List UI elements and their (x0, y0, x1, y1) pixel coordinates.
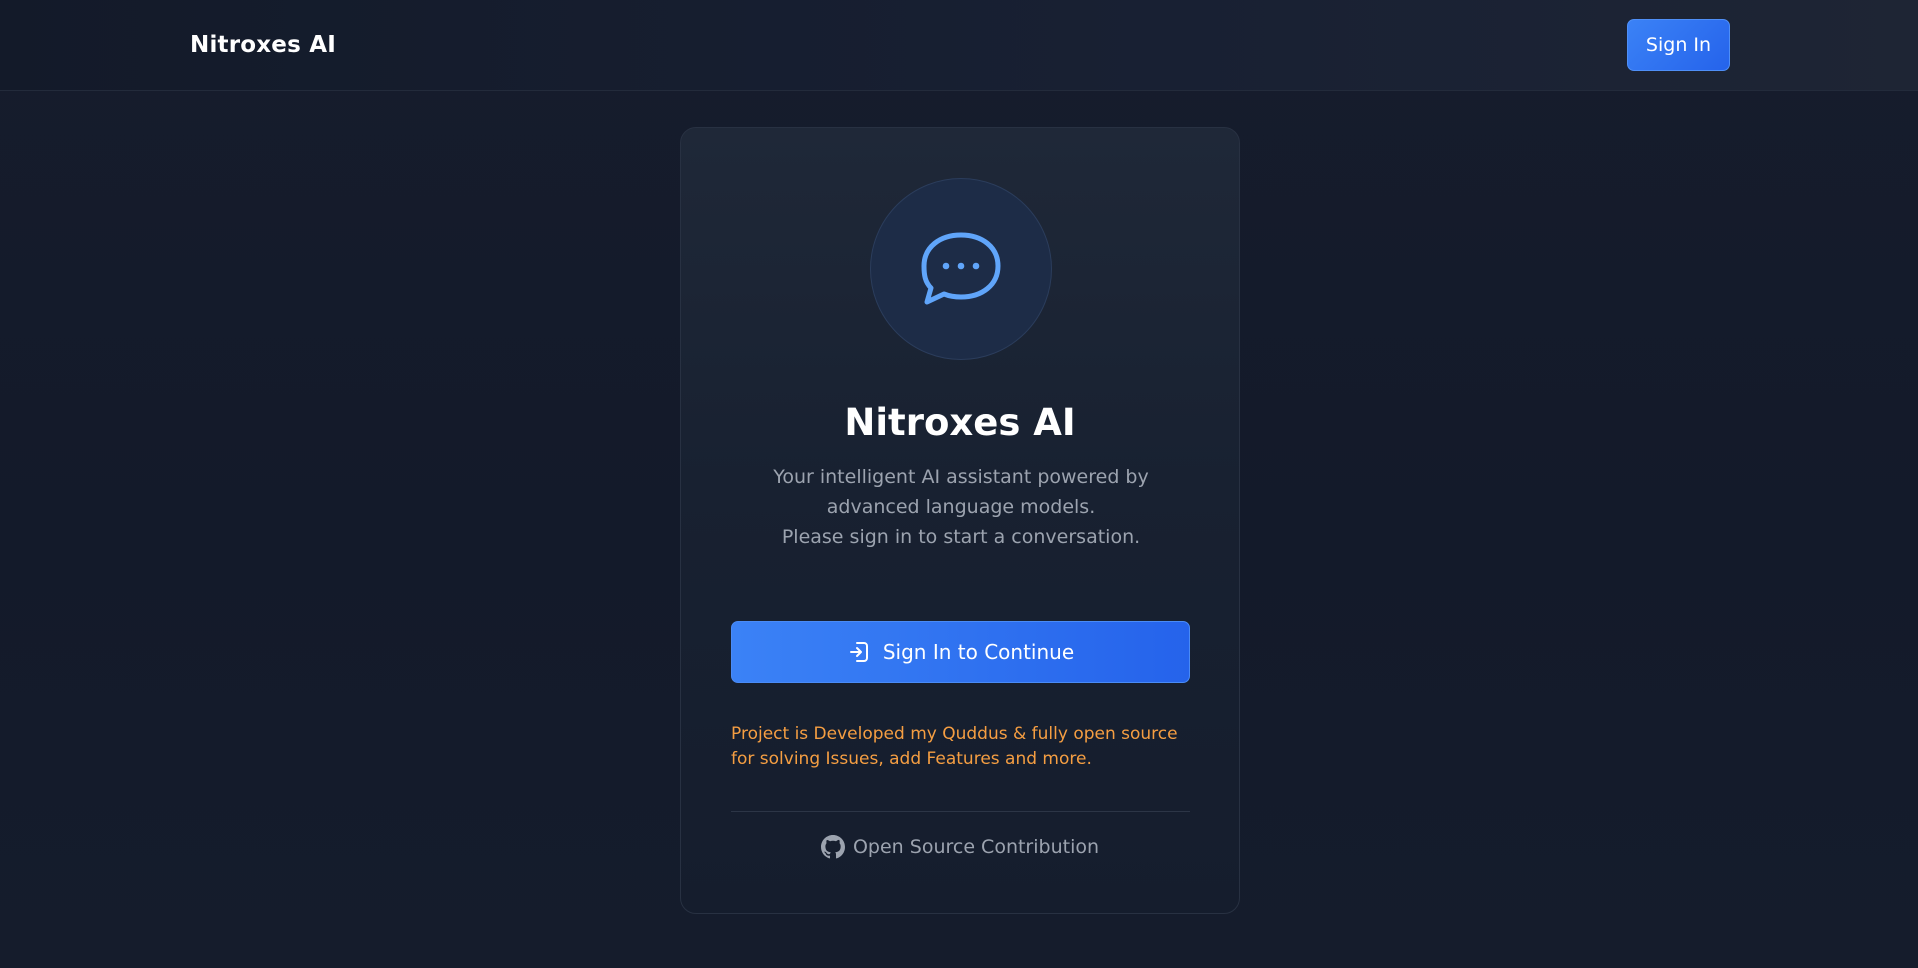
card-title: Nitroxes AI (844, 401, 1076, 444)
open-source-contribution-link[interactable]: Open Source Contribution (681, 835, 1239, 859)
brand-title: Nitroxes AI (190, 32, 336, 58)
top-header: Nitroxes AI Sign In (0, 0, 1918, 91)
divider (731, 811, 1190, 812)
welcome-card: Nitroxes AI Your intelligent AI assistan… (680, 127, 1240, 914)
header-sign-in-button[interactable]: Sign In (1627, 19, 1730, 71)
card-description: Your intelligent AI assistant powered by… (731, 462, 1191, 552)
open-source-notice: Project is Developed my Quddus & fully o… (731, 724, 1178, 769)
github-icon (820, 835, 845, 859)
open-source-contribution-label: Open Source Contribution (852, 836, 1100, 858)
description-line-1: Your intelligent AI assistant powered by… (773, 466, 1149, 518)
sign-in-to-continue-label: Sign In to Continue (882, 640, 1075, 664)
sign-in-to-continue-button[interactable]: Sign In to Continue (731, 621, 1190, 683)
login-icon (849, 642, 868, 662)
logo-circle (870, 178, 1052, 360)
chat-bubble-icon (921, 232, 1001, 305)
description-line-2: Please sign in to start a conversation. (781, 526, 1141, 548)
